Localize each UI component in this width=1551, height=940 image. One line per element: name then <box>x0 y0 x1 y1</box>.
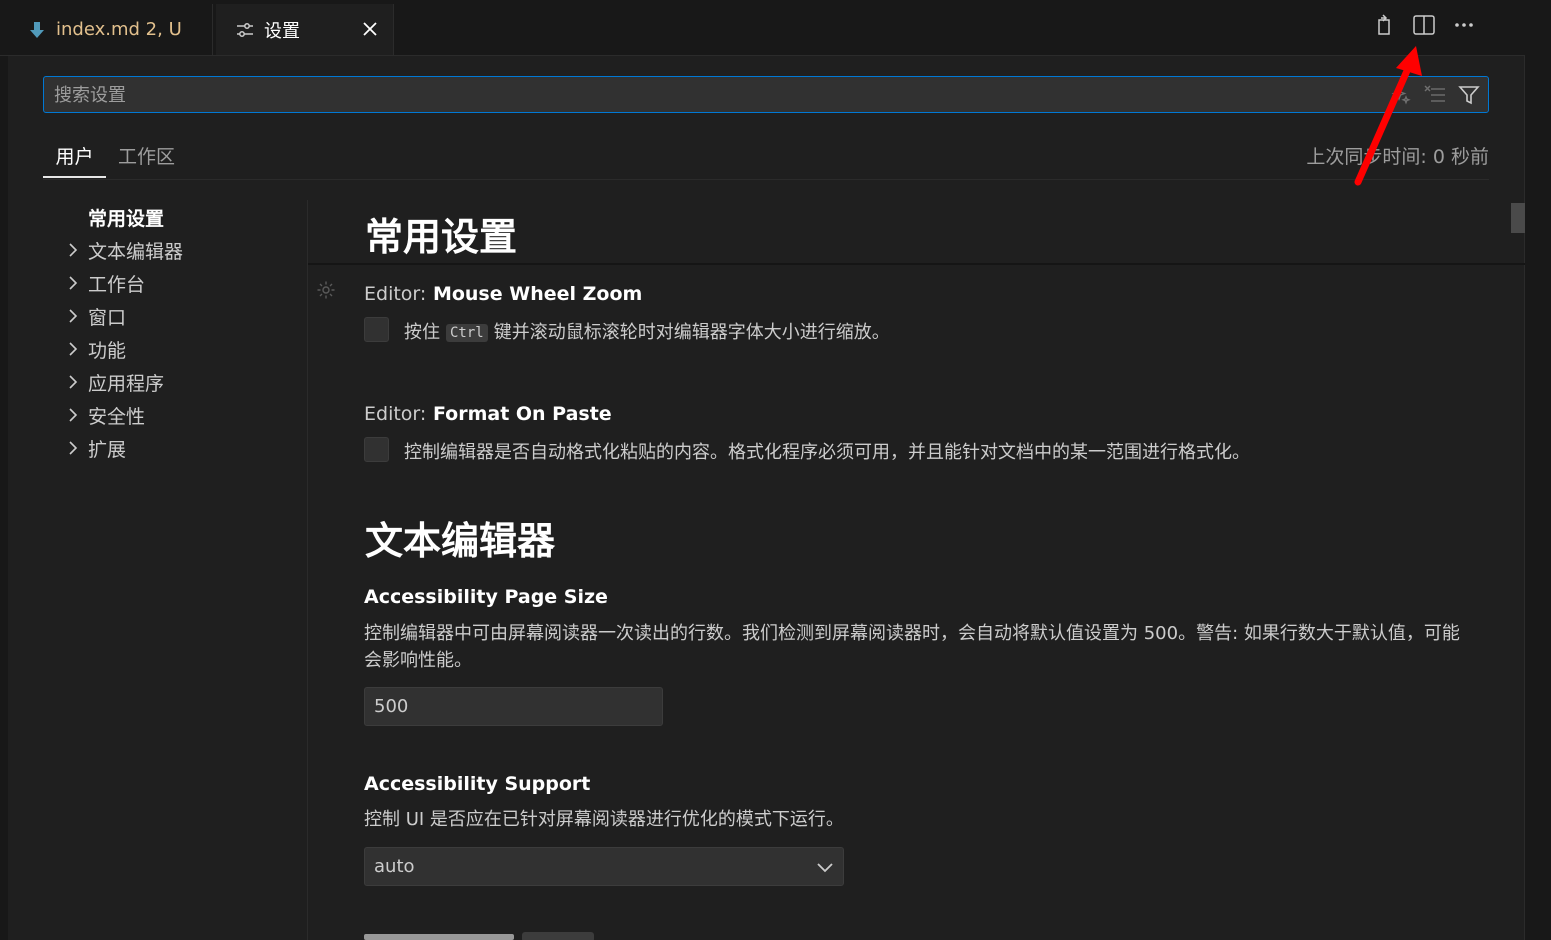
mouse-wheel-zoom-description: 按住 Ctrl 键并滚动鼠标滚轮时对编辑器字体大小进行缩放。 <box>404 322 890 343</box>
tab-settings-label: 设置 <box>264 20 300 42</box>
chevron-right-icon <box>63 240 83 260</box>
chevron-right-icon <box>63 372 83 392</box>
accessibility-support-select[interactable]: auto <box>364 847 844 886</box>
chevron-right-icon <box>63 306 83 326</box>
partial-experimental-badge <box>522 932 594 940</box>
settings-search-box <box>43 76 1489 114</box>
setting-title-mouse-wheel-zoom: Editor: Mouse Wheel Zoom <box>364 283 643 305</box>
settings-toc: 常用设置 文本编辑器 工作台 窗口 功能 应用程序 安全性 扩展 <box>43 200 308 940</box>
tab-workspace-settings[interactable]: 工作区 <box>118 138 175 178</box>
settings-list: 常用设置 Editor: Mouse Wheel Zoom 按住 Ctrl 键并滚动… <box>308 200 1525 940</box>
chevron-down-icon <box>815 857 835 877</box>
right-edge-strip <box>1524 0 1551 940</box>
more-actions-icon[interactable] <box>1453 14 1475 36</box>
next-setting-partial <box>364 930 664 940</box>
accessibility-support-value: auto <box>374 856 415 877</box>
red-annotation-arrow-icon <box>1354 46 1422 186</box>
toc-item-extensions[interactable]: 扩展 <box>63 433 126 463</box>
toc-item-features[interactable]: 功能 <box>63 334 126 364</box>
setting-title-format-on-paste: Editor: Format On Paste <box>364 403 612 425</box>
setting-gear-icon[interactable] <box>316 280 336 300</box>
setting-title-accessibility-page-size: Accessibility Page Size <box>364 586 608 608</box>
open-settings-json-icon[interactable] <box>1373 14 1395 36</box>
left-edge-strip <box>0 0 8 940</box>
accessibility-page-size-description: 控制编辑器中可由屏幕阅读器一次读出的行数。我们检测到屏幕阅读器时，会自动将默认值… <box>364 623 1460 671</box>
settings-search-input[interactable] <box>52 77 1356 114</box>
mouse-wheel-zoom-checkbox[interactable] <box>364 317 389 342</box>
tab-index-label: index.md 2, U <box>56 19 182 40</box>
tab-user-settings[interactable]: 用户 <box>43 138 106 178</box>
setting-title-accessibility-support: Accessibility Support <box>364 773 591 795</box>
toc-item-application[interactable]: 应用程序 <box>63 367 164 397</box>
split-editor-icon[interactable] <box>1413 14 1435 36</box>
toc-item-workbench[interactable]: 工作台 <box>63 268 145 298</box>
accessibility-page-size-input[interactable] <box>364 687 663 726</box>
filter-icon[interactable] <box>1456 83 1482 107</box>
tab-settings[interactable]: 设置 <box>216 4 394 55</box>
section-title-common: 常用设置 <box>365 215 518 259</box>
chevron-right-icon <box>63 273 83 293</box>
toc-item-security[interactable]: 安全性 <box>63 400 145 430</box>
accessibility-support-description: 控制 UI 是否应在已针对屏幕阅读器进行优化的模式下运行。 <box>364 809 844 830</box>
settings-scope-tabs: 用户 工作区 上次同步时间: 0 秒前 <box>43 138 1489 180</box>
editor-tab-bar: index.md 2, U 设置 <box>0 0 1525 56</box>
settings-sliders-icon <box>236 21 254 39</box>
format-on-paste-checkbox[interactable] <box>364 437 389 462</box>
section-divider <box>308 263 1525 265</box>
chevron-right-icon <box>63 405 83 425</box>
tab-index-md[interactable]: index.md 2, U <box>8 4 213 55</box>
chevron-right-icon <box>63 339 83 359</box>
partial-setting-title <box>364 934 514 940</box>
toc-item-common[interactable]: 常用设置 <box>88 202 164 232</box>
editor-actions <box>1373 14 1475 36</box>
ctrl-key-badge: Ctrl <box>446 324 488 342</box>
format-on-paste-description: 控制编辑器是否自动格式化粘贴的内容。格式化程序必须可用，并且能针对文档中的某一范… <box>404 442 1250 463</box>
markdown-arrow-icon <box>28 21 46 39</box>
close-icon[interactable] <box>359 18 381 40</box>
toc-item-text-editor[interactable]: 文本编辑器 <box>63 235 183 265</box>
scrollbar-thumb[interactable] <box>1511 203 1525 233</box>
chevron-right-icon <box>63 438 83 458</box>
toc-item-window[interactable]: 窗口 <box>63 301 126 331</box>
section-title-text-editor: 文本编辑器 <box>365 519 556 563</box>
